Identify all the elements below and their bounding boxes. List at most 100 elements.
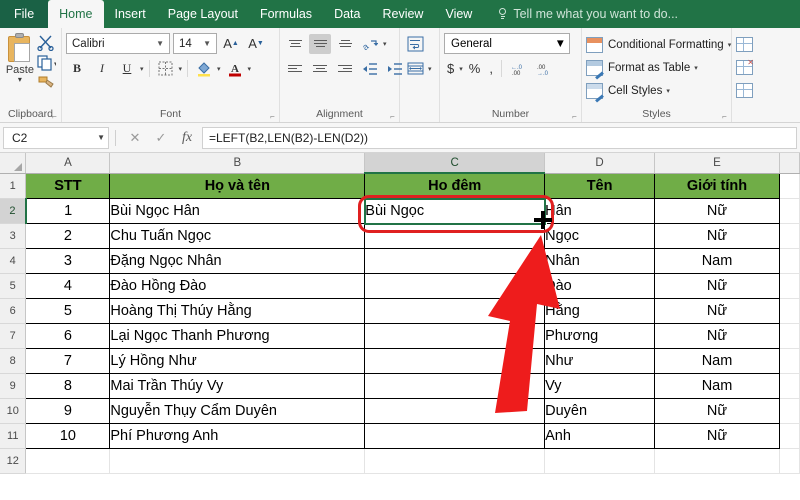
cell-e12[interactable]: [654, 448, 780, 474]
format-painter-icon[interactable]: [36, 74, 56, 91]
align-right-button[interactable]: [334, 59, 356, 79]
header-cell-ten[interactable]: Tên: [544, 172, 656, 199]
cell-a3[interactable]: 2: [25, 223, 111, 249]
insert-cells-button[interactable]: [736, 33, 753, 56]
currency-dropdown-caret-icon[interactable]: ▾: [459, 65, 463, 73]
font-color-dropdown-caret-icon[interactable]: ▾: [248, 65, 252, 73]
row-header-6[interactable]: 6: [0, 298, 27, 324]
row-header-1[interactable]: 1: [0, 173, 27, 199]
select-all-corner[interactable]: [0, 153, 27, 174]
tab-insert[interactable]: Insert: [104, 0, 157, 28]
comma-style-button[interactable]: ,: [486, 58, 496, 79]
alignment-dialog-launcher[interactable]: ⌐: [388, 112, 397, 121]
orientation-dropdown-caret-icon[interactable]: ▾: [383, 40, 387, 48]
cell-b9[interactable]: Mai Trần Thúy Vy: [109, 373, 366, 399]
name-box[interactable]: C2 ▼: [3, 126, 109, 149]
cell-f4[interactable]: [779, 248, 800, 274]
cell-f11[interactable]: [779, 423, 800, 449]
borders-icon[interactable]: [155, 58, 177, 79]
tab-file[interactable]: File: [0, 0, 49, 28]
conditional-formatting-button[interactable]: Conditional Formatting ▾: [586, 33, 731, 56]
cell-e5[interactable]: Nữ: [654, 273, 780, 299]
header-cell-ho-va-ten[interactable]: Họ và tên: [109, 172, 366, 199]
cell-c4[interactable]: [364, 248, 546, 274]
cell-f9[interactable]: [779, 373, 800, 399]
row-header-7[interactable]: 7: [0, 323, 27, 349]
cell-e2[interactable]: Nữ: [654, 198, 780, 224]
cell-d2[interactable]: Hân: [544, 198, 656, 224]
cell-c6[interactable]: [364, 298, 546, 324]
align-left-button[interactable]: [284, 59, 306, 79]
cell-d12[interactable]: [544, 448, 656, 474]
align-center-button[interactable]: [309, 59, 331, 79]
column-header-e[interactable]: E: [654, 153, 780, 174]
paste-button[interactable]: Paste ▾: [4, 31, 36, 84]
copy-icon[interactable]: ▾: [36, 54, 58, 71]
font-name-combo[interactable]: Calibri ▼: [66, 33, 170, 54]
cell-b6[interactable]: Hoàng Thị Thúy Hằng: [109, 298, 366, 324]
row-header-3[interactable]: 3: [0, 223, 27, 249]
cell-a2[interactable]: 1: [25, 198, 111, 224]
cell-f6[interactable]: [779, 298, 800, 324]
tab-formulas[interactable]: Formulas: [249, 0, 323, 28]
formula-input[interactable]: =LEFT(B2,LEN(B2)-LEN(D2)): [202, 126, 797, 149]
fill-color-icon[interactable]: [193, 58, 215, 79]
font-dialog-launcher[interactable]: ⌐: [268, 112, 277, 121]
row-header-9[interactable]: 9: [0, 373, 27, 399]
cell-a12[interactable]: [25, 448, 111, 474]
cell-e3[interactable]: Nữ: [654, 223, 780, 249]
cell-d3[interactable]: Ngọc: [544, 223, 656, 249]
row-header-4[interactable]: 4: [0, 248, 27, 274]
cell-f8[interactable]: [779, 348, 800, 374]
cell-e6[interactable]: Nữ: [654, 298, 780, 324]
number-format-combo[interactable]: General ▼: [444, 33, 570, 54]
cell-b10[interactable]: Nguyễn Thụy Cẩm Duyên: [109, 398, 366, 424]
decrease-decimal-icon[interactable]: .00 →.0: [533, 58, 556, 79]
number-dialog-launcher[interactable]: ⌐: [570, 112, 579, 121]
cell-c7[interactable]: [364, 323, 546, 349]
cell-f1[interactable]: [779, 173, 800, 199]
font-size-combo[interactable]: 14 ▼: [173, 33, 217, 54]
cancel-icon[interactable]: ✕: [122, 130, 148, 146]
cell-d5[interactable]: Đào: [544, 273, 656, 299]
underline-dropdown-caret-icon[interactable]: ▾: [140, 65, 144, 73]
percent-button[interactable]: %: [466, 58, 484, 79]
cell-a7[interactable]: 6: [25, 323, 111, 349]
cell-c3[interactable]: [364, 223, 546, 249]
cell-f2[interactable]: [779, 198, 800, 224]
tab-review[interactable]: Review: [371, 0, 434, 28]
currency-button[interactable]: $: [444, 58, 457, 79]
cell-d6[interactable]: Hằng: [544, 298, 656, 324]
row-header-2[interactable]: 2: [0, 198, 27, 224]
cell-d8[interactable]: Như: [544, 348, 656, 374]
column-header-b[interactable]: B: [109, 153, 366, 174]
delete-cells-button[interactable]: ✕: [736, 56, 754, 79]
decrease-font-size-button[interactable]: A ▼: [245, 33, 267, 54]
column-header-d[interactable]: D: [544, 153, 656, 174]
cell-b7[interactable]: Lại Ngọc Thanh Phương: [109, 323, 366, 349]
cell-d10[interactable]: Duyên: [544, 398, 656, 424]
row-header-11[interactable]: 11: [0, 423, 27, 449]
cell-f12[interactable]: [779, 448, 800, 474]
cell-b5[interactable]: Đào Hồng Đào: [109, 273, 366, 299]
row-header-12[interactable]: 12: [0, 448, 27, 474]
cell-d4[interactable]: Nhân: [544, 248, 656, 274]
cell-a10[interactable]: 9: [25, 398, 111, 424]
increase-font-size-button[interactable]: A ▲: [220, 33, 242, 54]
row-header-10[interactable]: 10: [0, 398, 27, 424]
cell-e8[interactable]: Nam: [654, 348, 780, 374]
cell-f5[interactable]: [779, 273, 800, 299]
tab-home[interactable]: Home: [48, 0, 104, 28]
header-cell-stt[interactable]: STT: [25, 172, 111, 199]
format-cells-button[interactable]: [736, 79, 753, 102]
cell-styles-button[interactable]: Cell Styles ▾: [586, 79, 670, 103]
merge-and-center-icon[interactable]: [404, 58, 426, 79]
styles-dialog-launcher[interactable]: ⌐: [720, 112, 729, 121]
cell-a5[interactable]: 4: [25, 273, 111, 299]
increase-decimal-icon[interactable]: ←.0 .00: [507, 58, 530, 79]
cell-c5[interactable]: [364, 273, 546, 299]
cell-b11[interactable]: Phí Phương Anh: [109, 423, 366, 449]
cell-a8[interactable]: 7: [25, 348, 111, 374]
cell-d9[interactable]: Vy: [544, 373, 656, 399]
cell-a6[interactable]: 5: [25, 298, 111, 324]
